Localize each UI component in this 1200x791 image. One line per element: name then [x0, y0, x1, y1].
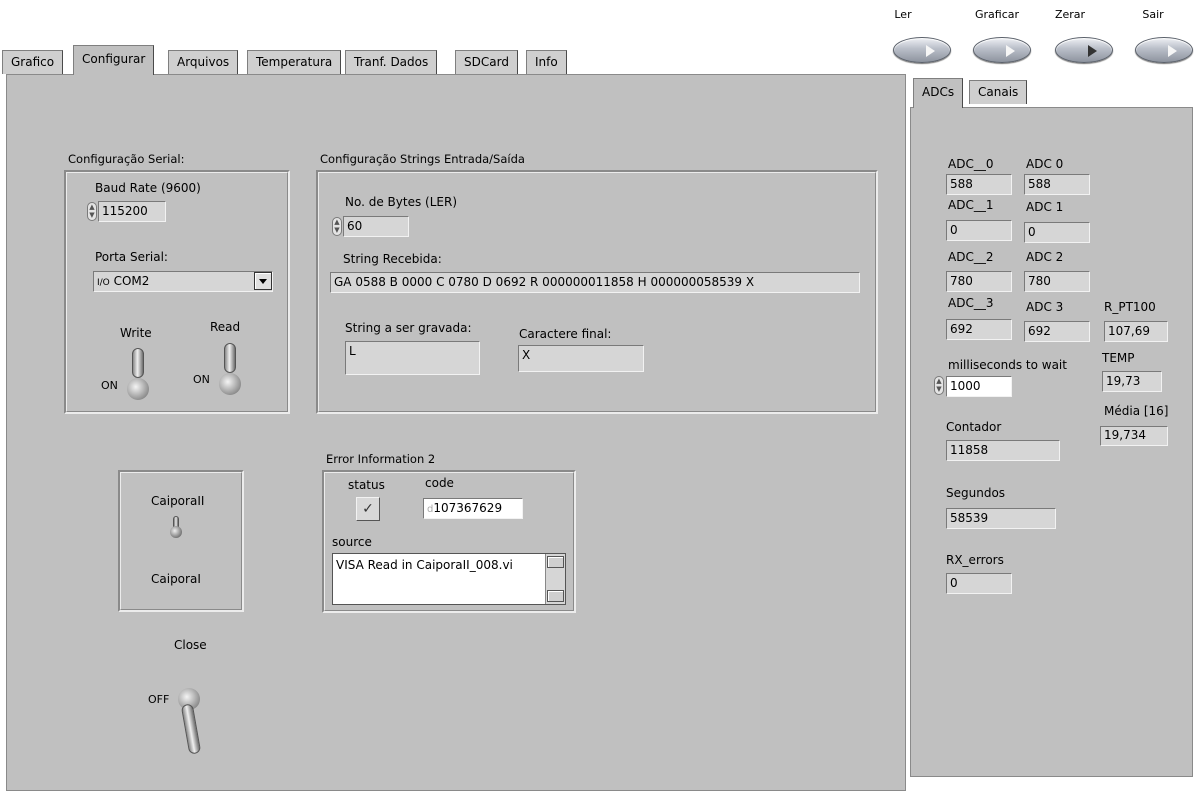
- caiporaii-label: CaiporaII: [151, 494, 205, 508]
- ler-button[interactable]: [893, 37, 951, 63]
- code-value: 107367629: [433, 501, 503, 515]
- porta-serial-value: COM2: [113, 274, 150, 288]
- media-label: Média [16]: [1104, 404, 1169, 418]
- adc-3b-field: 692: [1024, 321, 1090, 342]
- rx-errors-label: RX_errors: [946, 553, 1004, 567]
- write-label: Write: [120, 326, 152, 340]
- code-field: d107367629: [423, 498, 523, 519]
- write-toggle[interactable]: [125, 348, 151, 400]
- tab-arquivos[interactable]: Arquivos: [168, 50, 239, 74]
- scroll-up-icon[interactable]: [547, 556, 564, 568]
- sair-label: Sair: [1142, 8, 1164, 21]
- rpt100-label: R_PT100: [1104, 300, 1156, 314]
- contador-field: 11858: [946, 440, 1060, 461]
- dropdown-arrow-icon[interactable]: [254, 272, 272, 290]
- adc-0-field: 588: [946, 174, 1012, 195]
- baud-rate-spinner[interactable]: ▲ ▼: [87, 202, 97, 221]
- tab-tranf-dados[interactable]: Tranf. Dados: [345, 50, 438, 74]
- received-label: String Recebida:: [343, 252, 442, 266]
- bytes-spinner[interactable]: ▲ ▼: [332, 217, 342, 236]
- rx-errors-field: 0: [946, 573, 1012, 594]
- adc-2b-field: 780: [1024, 271, 1090, 292]
- play-icon: [926, 45, 935, 57]
- io-prefix: I/O: [97, 278, 110, 288]
- sair-button[interactable]: [1135, 37, 1193, 63]
- play-icon: [1088, 45, 1097, 57]
- tab-canais[interactable]: Canais: [969, 80, 1028, 104]
- tab-adcs[interactable]: ADCs: [913, 78, 964, 108]
- status-checkmark-icon: ✓: [356, 497, 380, 521]
- adc-3-field: 692: [946, 319, 1012, 340]
- zerar-button[interactable]: [1055, 37, 1113, 63]
- read-toggle[interactable]: [217, 343, 243, 395]
- media-field: 19,734: [1100, 426, 1168, 446]
- ler-label: Ler: [894, 8, 912, 21]
- contador-label: Contador: [946, 420, 1002, 434]
- received-string-field: GA 0588 B 0000 C 0780 D 0692 R 000000011…: [330, 272, 860, 293]
- final-char-label: Caractere final:: [519, 327, 612, 341]
- tab-configurar[interactable]: Configurar: [73, 45, 155, 75]
- adc-1b-field: 0: [1024, 222, 1090, 243]
- wait-spinner[interactable]: ▲ ▼: [934, 376, 944, 395]
- zerar-label: Zerar: [1054, 8, 1086, 21]
- serial-group-label: Configuração Serial:: [68, 152, 185, 166]
- wait-label: milliseconds to wait: [948, 358, 1067, 372]
- write-string-field[interactable]: L: [345, 341, 480, 375]
- status-label: status: [348, 478, 385, 492]
- play-icon: [1006, 45, 1015, 57]
- rpt100-field: 107,69: [1104, 321, 1168, 342]
- bytes-label: No. de Bytes (LER): [345, 195, 458, 209]
- close-off-label: OFF: [148, 693, 170, 706]
- temp-field: 19,73: [1102, 371, 1162, 392]
- source-scrollbar[interactable]: [545, 554, 565, 604]
- graficar-button[interactable]: [973, 37, 1031, 63]
- error-group-label: Error Information 2: [326, 452, 436, 466]
- adc-0-label: ADC__0: [948, 157, 994, 171]
- adc-0b-field: 588: [1024, 174, 1090, 195]
- adc-1-label: ADC__1: [948, 198, 994, 212]
- adc-0b-label: ADC 0: [1026, 157, 1064, 171]
- close-label: Close: [174, 638, 207, 652]
- write-on-label: ON: [101, 379, 118, 392]
- baud-rate-field[interactable]: 115200: [98, 201, 166, 222]
- adc-2b-label: ADC 2: [1026, 250, 1064, 264]
- adc-3b-label: ADC 3: [1026, 300, 1064, 314]
- adc-1b-label: ADC 1: [1026, 200, 1064, 214]
- read-label: Read: [210, 320, 241, 334]
- strings-group-label: Configuração Strings Entrada/Saída: [320, 152, 525, 166]
- tab-sdcard[interactable]: SDCard: [455, 50, 518, 74]
- caipora-selector-toggle[interactable]: [169, 516, 183, 542]
- code-label: code: [425, 476, 454, 490]
- tab-info[interactable]: Info: [526, 50, 567, 74]
- segundos-field: 58539: [946, 508, 1056, 529]
- bytes-field[interactable]: 60: [343, 216, 409, 237]
- porta-serial-select[interactable]: I/O COM2: [93, 271, 273, 292]
- source-field: VISA Read in CaiporaII_008.vi: [332, 553, 566, 605]
- adc-3-label: ADC__3: [948, 296, 994, 310]
- close-toggle[interactable]: [176, 688, 202, 762]
- source-label: source: [332, 535, 372, 549]
- final-char-field[interactable]: X: [518, 345, 644, 372]
- adc-2-label: ADC__2: [948, 250, 994, 264]
- read-on-label: ON: [193, 373, 210, 386]
- baud-rate-label: Baud Rate (9600): [95, 181, 201, 195]
- scroll-down-icon[interactable]: [547, 590, 564, 602]
- write-string-label: String a ser gravada:: [345, 321, 472, 335]
- temp-label: TEMP: [1102, 351, 1135, 365]
- play-icon: [1168, 45, 1177, 57]
- porta-serial-label: Porta Serial:: [95, 250, 168, 264]
- segundos-label: Segundos: [946, 486, 1006, 500]
- graficar-label: Graficar: [974, 8, 1020, 21]
- adc-1-field: 0: [946, 220, 1012, 241]
- caiporai-label: CaiporaI: [151, 572, 201, 586]
- wait-field[interactable]: 1000: [946, 376, 1012, 397]
- adc-2-field: 780: [946, 271, 1012, 292]
- tab-temperatura[interactable]: Temperatura: [247, 50, 342, 74]
- tab-grafico[interactable]: Grafico: [2, 50, 64, 74]
